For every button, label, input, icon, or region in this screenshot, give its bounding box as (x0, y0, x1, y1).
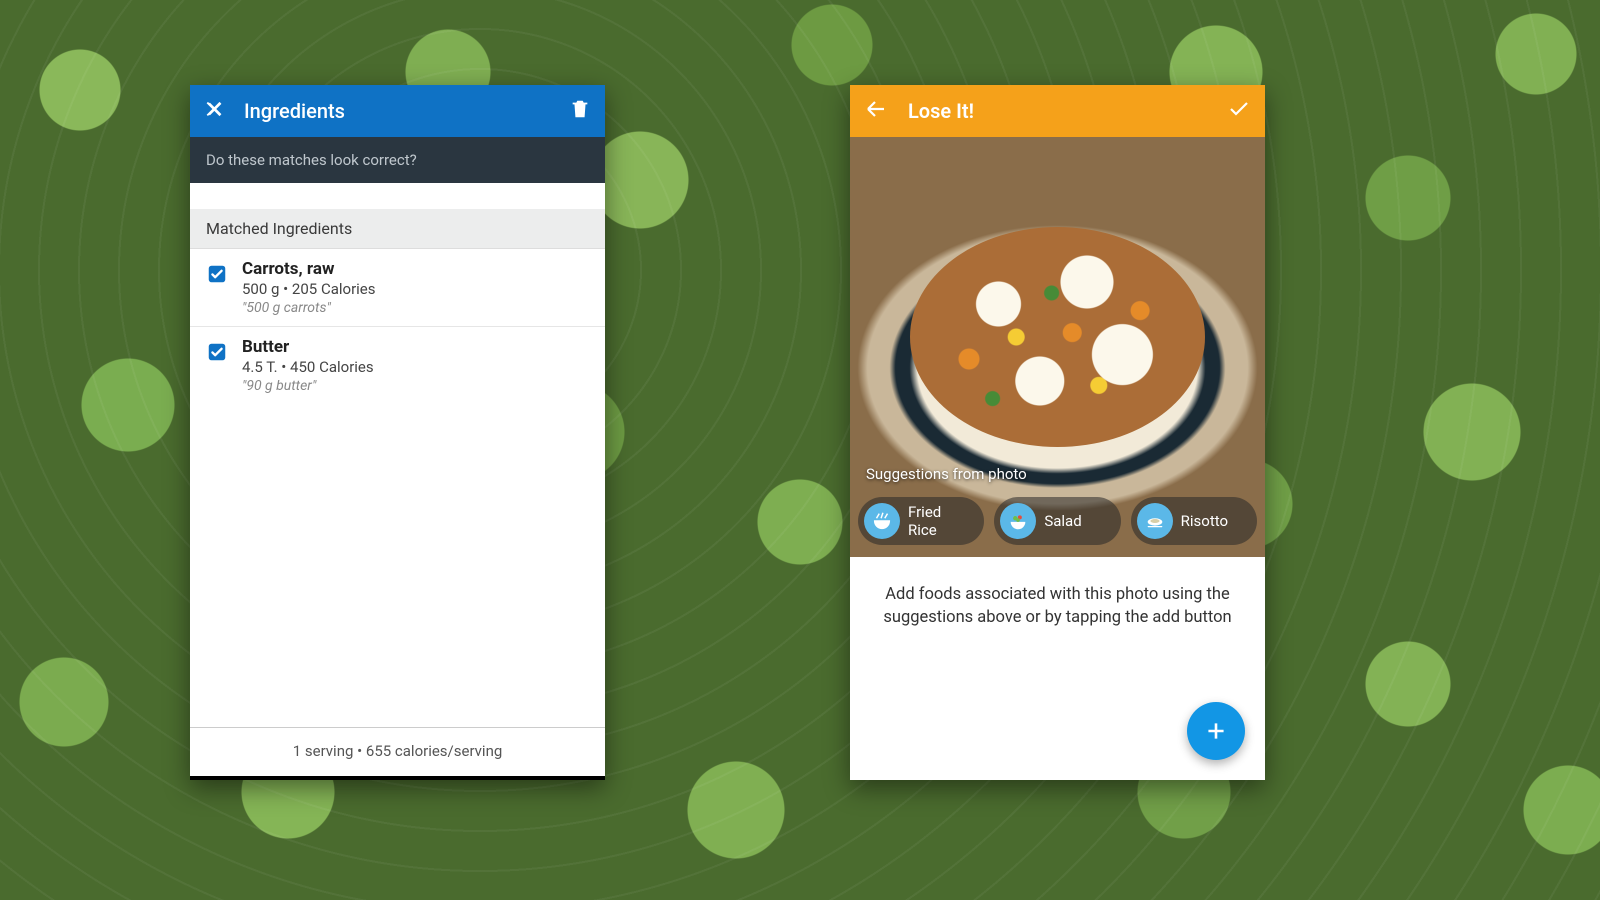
ingredient-name: Carrots, raw (242, 259, 376, 279)
suggestion-chips: Fried Rice Salad Risotto (858, 497, 1257, 545)
close-icon[interactable] (204, 98, 226, 124)
plate-icon (1137, 503, 1173, 539)
checkbox-checked-icon[interactable] (206, 341, 228, 363)
ingredient-meta: 4.5 T. • 450 Calories (242, 358, 374, 376)
chip-salad[interactable]: Salad (994, 497, 1120, 545)
chip-fried-rice[interactable]: Fried Rice (858, 497, 984, 545)
ingredient-list: Carrots, raw 500 g • 205 Calories "500 g… (190, 249, 605, 404)
back-icon[interactable] (864, 97, 888, 125)
meal-photo: Suggestions from photo Fried Rice Salad … (850, 137, 1265, 557)
ingredient-row[interactable]: Carrots, raw 500 g • 205 Calories "500 g… (190, 249, 605, 327)
chip-risotto[interactable]: Risotto (1131, 497, 1257, 545)
ingredient-meta: 500 g • 205 Calories (242, 280, 376, 298)
myfitnesspal-screen: Ingredients Do these matches look correc… (190, 85, 605, 780)
body-area: Add foods associated with this photo usi… (850, 557, 1265, 780)
confirm-icon[interactable] (1227, 97, 1251, 125)
summary-footer: 1 serving • 655 calories/serving (190, 727, 605, 776)
chip-label: Fried Rice (908, 503, 972, 539)
bowl-icon (864, 503, 900, 539)
spacer (190, 183, 605, 209)
photo-food (910, 227, 1205, 447)
ingredient-row[interactable]: Butter 4.5 T. • 450 Calories "90 g butte… (190, 327, 605, 404)
toolbar: Ingredients (190, 85, 605, 137)
instruction-text: Add foods associated with this photo usi… (870, 583, 1245, 629)
toolbar-title: Ingredients (244, 99, 551, 123)
empty-space (190, 404, 605, 727)
ingredient-name: Butter (242, 337, 374, 357)
trash-icon[interactable] (569, 98, 591, 124)
toolbar: Lose It! (850, 85, 1265, 137)
ingredient-original: "500 g carrots" (242, 300, 376, 316)
checkbox-checked-icon[interactable] (206, 263, 228, 285)
add-button[interactable] (1187, 702, 1245, 760)
ingredient-original: "90 g butter" (242, 378, 374, 394)
toolbar-title: Lose It! (908, 99, 1207, 123)
chip-label: Salad (1044, 512, 1081, 530)
subheader: Do these matches look correct? (190, 137, 605, 183)
nav-bar-stub (190, 776, 605, 780)
salad-icon (1000, 503, 1036, 539)
section-header: Matched Ingredients (190, 209, 605, 249)
suggestions-label: Suggestions from photo (866, 465, 1027, 483)
loseit-screen: Lose It! Suggestions from photo Fried Ri… (850, 85, 1265, 780)
chip-label: Risotto (1181, 512, 1228, 530)
